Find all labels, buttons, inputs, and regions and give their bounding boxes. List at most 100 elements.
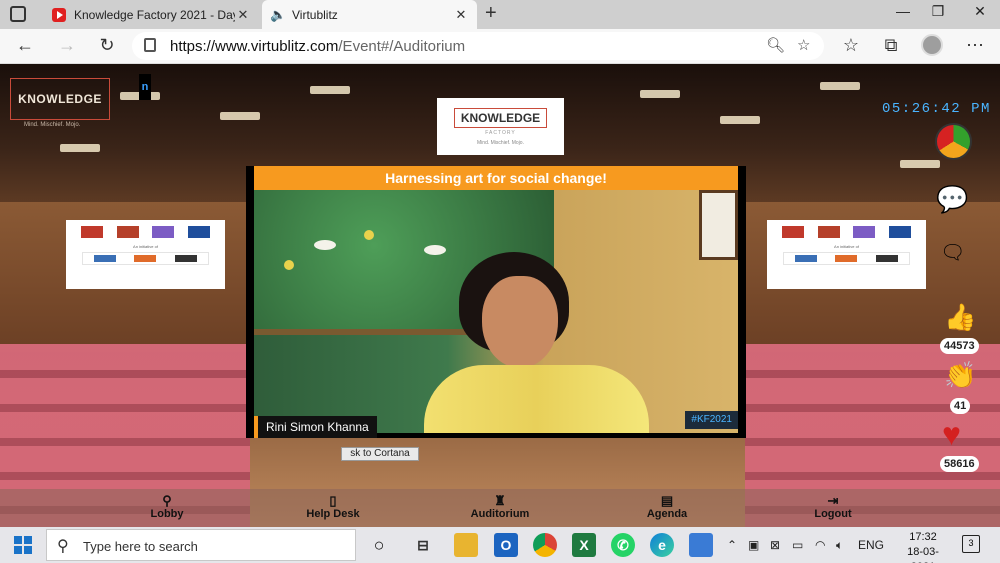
sponsor-logo xyxy=(134,255,157,262)
tab-knowledge-factory[interactable]: Knowledge Factory 2021 - Day 1 ✕ xyxy=(44,0,259,29)
volume-icon[interactable]: 🔈︎ xyxy=(836,538,843,553)
lock-icon[interactable] xyxy=(144,38,156,52)
favorites-icon[interactable]: ☆ xyxy=(838,35,864,56)
tab-title: Knowledge Factory 2021 - Day 1 xyxy=(74,7,235,22)
heart-icon[interactable]: ♥ xyxy=(942,416,961,453)
excel-icon[interactable]: X xyxy=(572,533,596,557)
cortana-tooltip: sk to Cortana xyxy=(341,447,419,461)
chat-bubble-icon[interactable]: 💬 xyxy=(936,184,968,215)
tab-virtublitz[interactable]: 🔈 Virtublitz ✕ xyxy=(262,0,477,29)
wall-frame xyxy=(699,190,738,260)
taskbar-clock[interactable]: 17:32 18-03-2021 xyxy=(898,530,948,563)
ceiling-light xyxy=(720,116,760,124)
nav-auditorium-label: Auditorium xyxy=(470,508,530,520)
tab-close-icon[interactable]: ✕ xyxy=(453,7,469,23)
painting-bird xyxy=(314,240,336,250)
sponsor-logo xyxy=(853,226,876,238)
windows-start-icon[interactable] xyxy=(14,536,32,554)
nav-help-desk-label: Help Desk xyxy=(306,508,360,520)
sponsor-initiative-label: An initiative of xyxy=(133,244,158,249)
tab-title: Virtublitz xyxy=(292,7,338,22)
speaker-name-tag: Rini Simon Khanna xyxy=(254,416,377,438)
address-bar[interactable]: https://www.virtublitz.com/Event#/Audito… xyxy=(132,32,824,60)
sponsor-initiative-label: An initiative of xyxy=(834,244,859,249)
edge-icon[interactable]: e xyxy=(650,533,674,557)
more-options-icon[interactable]: ⋯ xyxy=(962,35,988,56)
sponsor-logo xyxy=(835,255,858,262)
browser-toolbar: ← → ↻ https://www.virtublitz.com/Event#/… xyxy=(0,29,1000,64)
center-logo-text: KNOWLEDGE xyxy=(453,107,548,128)
new-tab-icon[interactable]: + xyxy=(485,2,497,25)
center-event-logo: KNOWLEDGE FACTORY Mind. Mischief. Mojo. xyxy=(437,98,564,155)
cortana-icon[interactable]: ○ xyxy=(367,533,391,557)
task-view-icon[interactable]: ⊟ xyxy=(411,533,435,557)
speaker-video[interactable] xyxy=(254,190,738,433)
painting-flower xyxy=(364,230,374,240)
window-close-icon[interactable]: ✕ xyxy=(960,3,1000,20)
nav-logout[interactable]: ⇥ Logout xyxy=(788,493,878,520)
sponsor-logo xyxy=(80,226,103,238)
url-text: https://www.virtublitz.com/Event#/Audito… xyxy=(170,38,466,55)
hashtag-badge: #KF2021 xyxy=(685,411,738,429)
hearts-count: 58616 xyxy=(940,456,979,472)
nav-auditorium[interactable]: ♜ Auditorium xyxy=(455,493,545,520)
likes-count: 44573 xyxy=(940,338,979,354)
event-logo: KNOWLEDGE xyxy=(10,78,110,120)
restore-icon[interactable]: ❐ xyxy=(918,3,958,20)
nav-agenda-label: Agenda xyxy=(646,508,688,520)
ceiling-light xyxy=(220,112,260,120)
clap-icon[interactable]: 👏 xyxy=(944,360,976,391)
photos-icon[interactable] xyxy=(689,533,713,557)
sponsor-board-left: An initiative of xyxy=(66,220,225,289)
notification-center-icon[interactable]: 3 xyxy=(962,535,980,553)
nav-logout-label: Logout xyxy=(814,508,852,520)
logout-icon: ⇥ xyxy=(827,493,839,508)
sponsor-logo xyxy=(152,226,175,238)
ceiling-light xyxy=(60,144,100,152)
speaker-icon: 🔈 xyxy=(270,6,287,22)
menu-toggle[interactable]: n xyxy=(139,74,151,100)
painting-bird xyxy=(424,245,446,255)
nav-help-desk[interactable]: ▯ Help Desk xyxy=(288,493,378,520)
file-explorer-icon[interactable] xyxy=(454,533,478,557)
refresh-icon[interactable]: ↻ xyxy=(94,35,120,56)
meet-now-icon[interactable]: ▣ xyxy=(748,538,759,552)
speaker-body xyxy=(424,365,649,433)
windows-taskbar: ⚲ Type here to search ○ ⊟ O X ✆ e ⌃ ▣ ⊠ … xyxy=(0,527,1000,563)
minimize-icon[interactable]: — xyxy=(883,3,923,19)
poll-pie-icon[interactable] xyxy=(935,123,972,160)
center-logo-sub: FACTORY xyxy=(485,129,516,136)
taskbar-search[interactable]: ⚲ Type here to search xyxy=(46,529,356,561)
zoom-icon[interactable]: 🔍︎ xyxy=(766,36,785,54)
back-icon[interactable]: ← xyxy=(12,35,38,56)
stage-screen: Harnessing art for social change! Rini S… xyxy=(246,166,746,438)
qna-icon[interactable]: 🗨 xyxy=(940,240,965,265)
search-icon: ⚲ xyxy=(57,538,69,555)
security-icon[interactable]: ⊠ xyxy=(770,538,780,552)
browser-tab-strip: Knowledge Factory 2021 - Day 1 ✕ 🔈 Virtu… xyxy=(0,0,1000,29)
tab-close-icon[interactable]: ✕ xyxy=(235,7,251,23)
chrome-icon[interactable] xyxy=(533,533,557,557)
ceiling-light xyxy=(640,90,680,98)
whatsapp-icon[interactable]: ✆ xyxy=(611,533,635,557)
collections-icon[interactable]: ⧉ xyxy=(878,35,904,56)
show-hidden-icons[interactable]: ⌃ xyxy=(727,538,737,552)
nav-lobby[interactable]: ⚲ Lobby xyxy=(122,493,212,520)
battery-icon[interactable]: ▭ xyxy=(792,538,803,552)
location-pin-icon: ⚲ xyxy=(162,493,172,508)
outlook-icon[interactable]: O xyxy=(494,533,518,557)
painting-flower xyxy=(284,260,294,270)
thumbs-up-icon[interactable]: 👍 xyxy=(944,302,976,333)
profile-avatar[interactable] xyxy=(921,34,943,56)
wifi-icon[interactable]: ◠ xyxy=(815,538,825,552)
center-logo-tagline: Mind. Mischief. Mojo. xyxy=(477,139,524,146)
nav-agenda[interactable]: ▤ Agenda xyxy=(622,493,712,520)
forward-icon[interactable]: → xyxy=(54,35,80,56)
favorite-star-icon[interactable]: ☆ xyxy=(797,36,810,54)
tab-actions-icon[interactable] xyxy=(10,6,26,22)
sponsor-logo xyxy=(817,226,840,238)
auditorium-scene: KNOWLEDGE Mind. Mischief. Mojo. n KNOWLE… xyxy=(0,64,1000,527)
ceiling-light xyxy=(820,82,860,90)
input-language[interactable]: ENG xyxy=(858,538,884,552)
sponsor-logo xyxy=(174,255,197,262)
